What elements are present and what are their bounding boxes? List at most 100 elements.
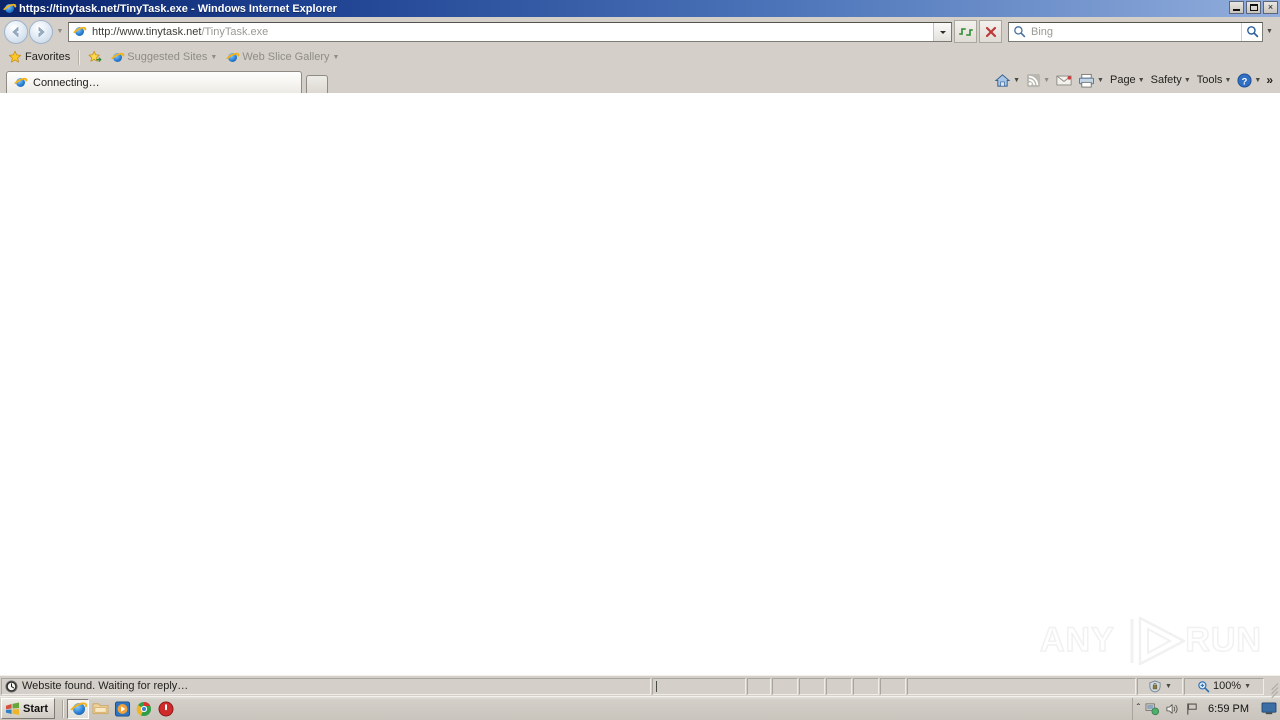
command-bar-overflow-button[interactable]: » xyxy=(1264,70,1276,90)
resize-grip[interactable] xyxy=(1265,678,1279,698)
home-icon xyxy=(994,73,1011,87)
volume-icon[interactable] xyxy=(1165,702,1180,716)
quicklaunch-separator xyxy=(62,699,65,718)
close-button[interactable]: × xyxy=(1263,1,1278,14)
suggested-sites-label: Suggested Sites xyxy=(127,51,208,63)
search-box[interactable]: Bing xyxy=(1008,21,1263,42)
add-to-favorites-bar-button[interactable] xyxy=(84,48,106,66)
refresh-button[interactable] xyxy=(954,20,977,43)
status-slot-2 xyxy=(772,677,798,695)
status-slot-fill xyxy=(907,677,1136,695)
home-button[interactable]: ▼ xyxy=(991,70,1023,90)
chevron-down-icon[interactable]: ▼ xyxy=(1097,77,1104,84)
arrow-right-icon xyxy=(38,26,45,37)
taskbar-item-internet-explorer[interactable] xyxy=(67,698,90,719)
zoom-panel[interactable]: 100% ▼ xyxy=(1184,677,1264,695)
tab-connecting[interactable]: Connecting… xyxy=(6,71,302,93)
address-path: /TinyTask.exe xyxy=(201,25,269,38)
chevron-down-icon[interactable]: ▼ xyxy=(1013,77,1020,84)
taskbar-clock[interactable]: 6:59 PM xyxy=(1208,703,1249,715)
favorites-button[interactable]: Favorites xyxy=(4,48,74,66)
feeds-button[interactable]: ▼ xyxy=(1023,70,1053,90)
new-tab-button[interactable] xyxy=(306,75,328,93)
address-dropdown-button[interactable] xyxy=(933,22,951,41)
chrome-icon xyxy=(136,701,152,716)
play-triangle-icon xyxy=(1130,616,1186,666)
page-menu-button[interactable]: Page ▼ xyxy=(1107,70,1148,90)
restore-button[interactable] xyxy=(1246,1,1261,14)
chevron-down-icon[interactable]: ▼ xyxy=(1043,77,1050,84)
minimize-button[interactable] xyxy=(1229,1,1244,14)
safety-menu-label: Safety xyxy=(1150,74,1182,86)
help-icon: ? xyxy=(1237,72,1252,88)
search-input[interactable]: Bing xyxy=(1028,26,1241,38)
mail-icon xyxy=(1056,75,1072,85)
start-button[interactable]: Start xyxy=(1,698,56,719)
taskbar-item-media-player[interactable] xyxy=(111,699,133,719)
chevron-down-icon: ▼ xyxy=(1224,76,1232,84)
tools-menu-button[interactable]: Tools ▼ xyxy=(1194,70,1235,90)
print-icon xyxy=(1079,73,1094,87)
watermark-text-right: RUN xyxy=(1185,620,1262,660)
tab-bar: Connecting… ▼ ▼ ▼ Page ▼ Safety ▼ Tools … xyxy=(0,68,1280,93)
search-options-button[interactable]: ▼ xyxy=(1263,23,1276,41)
status-slot-4 xyxy=(826,677,852,695)
chevron-down-icon xyxy=(939,30,946,34)
chevron-down-icon: ▼ xyxy=(1137,76,1145,84)
address-input[interactable]: http://www.tinytask.net/TinyTask.exe xyxy=(88,26,933,38)
stop-button[interactable] xyxy=(979,20,1002,43)
command-bar: ▼ ▼ ▼ Page ▼ Safety ▼ Tools ▼ ? ▼ » xyxy=(991,69,1276,91)
start-label: Start xyxy=(23,702,49,715)
taskbar-item-red-shield-app[interactable] xyxy=(155,699,177,719)
search-go-button[interactable] xyxy=(1241,22,1262,41)
read-mail-button[interactable] xyxy=(1053,70,1075,90)
taskbar-item-file-explorer[interactable] xyxy=(89,699,111,719)
favorites-label: Favorites xyxy=(25,51,71,63)
wait-clock-icon xyxy=(5,679,18,693)
suggested-sites-button[interactable]: Suggested Sites ▼ xyxy=(106,48,221,66)
star-add-icon xyxy=(88,50,102,62)
help-menu-button[interactable]: ? ▼ xyxy=(1234,70,1264,90)
forward-button[interactable] xyxy=(29,19,53,44)
address-bar[interactable]: http://www.tinytask.net/TinyTask.exe xyxy=(68,21,952,42)
chevron-down-icon[interactable]: ▼ xyxy=(1165,683,1172,690)
ie-logo-icon xyxy=(108,50,126,64)
security-zone-panel[interactable]: ▼ xyxy=(1137,677,1183,695)
action-center-flag-icon[interactable] xyxy=(1185,702,1199,716)
media-player-icon xyxy=(114,700,130,717)
status-slot-1 xyxy=(747,677,771,695)
ie-logo-icon xyxy=(12,75,29,90)
page-favicon-icon xyxy=(70,23,88,41)
tray-expand-button[interactable]: ˆ xyxy=(1137,703,1140,714)
taskbar: Start ˆ 6:59 PM xyxy=(0,696,1280,720)
ie-logo-icon xyxy=(67,700,89,717)
monitor-icon xyxy=(1261,702,1277,715)
tools-menu-label: Tools xyxy=(1196,74,1223,86)
back-button[interactable] xyxy=(4,19,28,44)
chevron-down-icon: ▼ xyxy=(210,53,218,61)
rss-feed-icon xyxy=(1027,73,1041,87)
page-menu-label: Page xyxy=(1109,74,1136,86)
network-icon[interactable] xyxy=(1145,702,1160,716)
progress-indicator xyxy=(656,680,657,692)
close-x-icon xyxy=(985,26,996,37)
ie-logo-icon xyxy=(1,1,18,16)
status-message-panel: Website found. Waiting for reply… xyxy=(1,677,651,695)
recent-pages-button[interactable]: ▼ xyxy=(55,22,65,42)
favorites-bar: Favorites Suggested Sites ▼ Web Slice Ga… xyxy=(0,46,1280,68)
star-icon xyxy=(8,50,22,63)
safety-menu-button[interactable]: Safety ▼ xyxy=(1148,70,1194,90)
svg-text:?: ? xyxy=(1242,76,1248,86)
chevron-down-icon: ▼ xyxy=(1183,76,1191,84)
anyrun-watermark: ANY RUN xyxy=(1039,615,1262,667)
web-slice-gallery-button[interactable]: Web Slice Gallery ▼ xyxy=(221,48,343,66)
ie-logo-icon xyxy=(224,50,241,64)
print-button[interactable]: ▼ xyxy=(1075,70,1107,90)
taskbar-item-chrome-browser[interactable] xyxy=(133,699,155,719)
windows-flag-icon xyxy=(5,702,20,715)
title-bar: https://tinytask.net/TinyTask.exe - Wind… xyxy=(0,0,1280,17)
page-content[interactable]: ANY RUN xyxy=(0,93,1280,675)
chevron-down-icon[interactable]: ▼ xyxy=(1244,683,1251,690)
window-title: https://tinytask.net/TinyTask.exe - Wind… xyxy=(19,2,337,15)
show-desktop-button[interactable] xyxy=(1260,700,1278,718)
